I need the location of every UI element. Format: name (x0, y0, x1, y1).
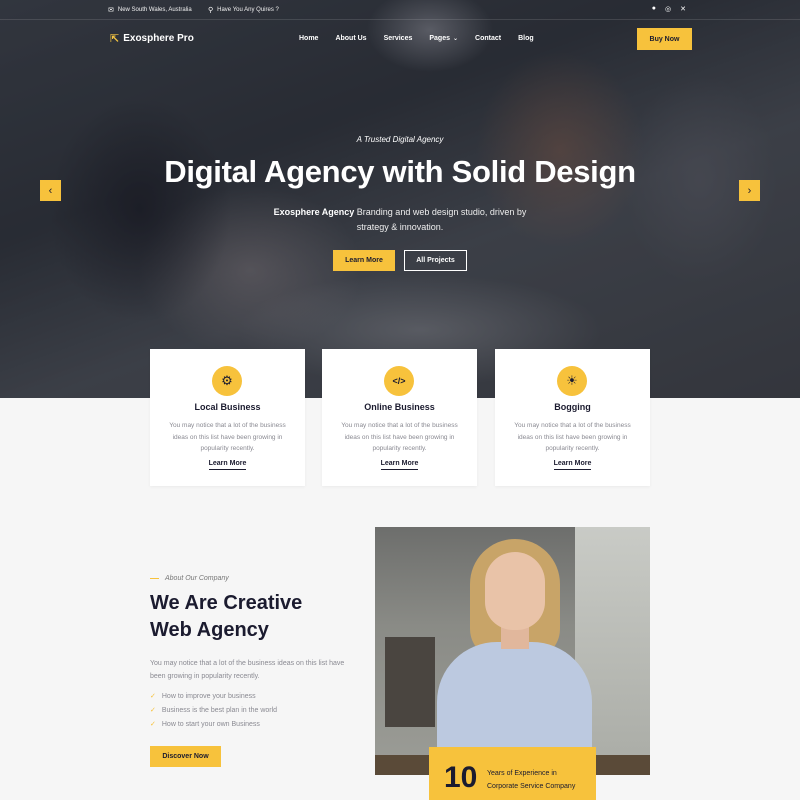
hero-sub-rest: Branding and web design studio, driven b… (354, 207, 527, 217)
gear-icon: ⚙ (212, 366, 242, 396)
hero-subtext: Exosphere Agency Branding and web design… (0, 205, 800, 235)
card-title: Bogging (554, 402, 591, 412)
location-text: New South Wales, Australia (117, 7, 192, 13)
card-description: You may notice that a lot of the busines… (169, 422, 286, 452)
card-learn-more-link[interactable]: Learn More (150, 460, 305, 470)
nav-item-contact[interactable]: Contact (475, 35, 501, 42)
instagram-icon[interactable]: ◎ (665, 5, 671, 13)
chevron-right-icon: › (747, 184, 752, 197)
x-icon[interactable]: ✕ (680, 5, 686, 13)
about-label: About Our Company (150, 575, 229, 582)
nav-menu: Home About Us Services Pages ⌄ Contact Bl… (299, 35, 534, 42)
about-title-line1: We Are Creative (150, 592, 303, 614)
service-card-bogging: ☀ Bogging You may notice that a lot of t… (495, 349, 650, 486)
card-learn-more-label: Learn More (208, 460, 247, 470)
check-text: How to start your own Business (161, 720, 260, 728)
card-learn-more-label: Learn More (553, 460, 592, 470)
card-title: Online Business (364, 402, 435, 412)
experience-number: 10 (444, 761, 478, 794)
card-description: You may notice that a lot of the busines… (514, 422, 631, 452)
service-card-online-business: </> Online Business You may notice that … (322, 349, 477, 486)
query-info: ⚲ Have You Any Quires ? (208, 6, 279, 14)
hero-banner (0, 0, 800, 398)
logo[interactable]: ⇱ Exosphere Pro (110, 32, 194, 45)
team-member-photo (375, 527, 650, 775)
label-divider (150, 578, 159, 579)
card-learn-more-link[interactable]: Learn More (495, 460, 650, 470)
map-pin-icon: ⚲ (208, 7, 214, 14)
card-title: Local Business (194, 402, 261, 412)
about-checklist: ✓ How to improve your business ✓ Business … (150, 689, 277, 731)
check-icon: ✓ (150, 693, 156, 700)
experience-line2: Corporate Service Company (487, 782, 576, 790)
slider-next-button[interactable]: › (739, 180, 760, 201)
main-navbar: ⇱ Exosphere Pro Home About Us Services P… (0, 22, 800, 58)
nav-item-blog[interactable]: Blog (518, 35, 534, 42)
chevron-down-icon: ⌄ (453, 36, 459, 42)
card-learn-more-link[interactable]: Learn More (322, 460, 477, 470)
experience-badge: 10 Years of Experience in Corporate Serv… (429, 747, 596, 800)
chevron-left-icon: ‹ (48, 184, 53, 197)
experience-label: Years of Experience in Corporate Service… (487, 768, 587, 793)
all-projects-button[interactable]: All Projects (404, 250, 467, 271)
check-icon: ✓ (150, 721, 156, 728)
check-text: How to improve your business (161, 692, 256, 700)
social-links: ● ◎ ✕ (652, 5, 686, 13)
about-label-text: About Our Company (165, 575, 229, 582)
lightbulb-icon: ☀ (557, 366, 587, 396)
check-icon: ✓ (150, 707, 156, 714)
experience-line1: Years of Experience in (487, 770, 557, 777)
code-icon: </> (384, 366, 414, 396)
list-item: ✓ How to start your own Business (150, 717, 277, 731)
discover-now-button[interactable]: Discover Now (150, 746, 221, 767)
top-info-bar: ✉ New South Wales, Australia ⚲ Have You … (0, 0, 800, 20)
list-item: ✓ How to improve your business (150, 689, 277, 703)
about-title-line2: Web Agency (150, 619, 269, 641)
hero-sub-strong: Exosphere Agency (273, 207, 355, 217)
nav-item-services[interactable]: Services (384, 35, 413, 42)
buy-now-button[interactable]: Buy Now (637, 28, 692, 50)
photo-shelf (385, 637, 435, 727)
hero-headline: Digital Agency with Solid Design (164, 154, 636, 189)
nav-item-about[interactable]: About Us (335, 35, 366, 42)
external-link-icon: ⇱ (110, 33, 120, 45)
learn-more-button[interactable]: Learn More (333, 250, 395, 271)
about-description: You may notice that a lot of the busines… (150, 660, 345, 680)
card-description: You may notice that a lot of the busines… (341, 422, 458, 452)
location-info: ✉ New South Wales, Australia (108, 6, 192, 14)
hero-sub-line2: strategy & innovation. (356, 222, 444, 232)
brand-name: Exosphere Pro (123, 33, 194, 44)
nav-item-pages-label: Pages (429, 35, 450, 42)
facebook-icon[interactable]: ● (652, 5, 656, 13)
query-text: Have You Any Quires ? (217, 7, 279, 13)
slider-prev-button[interactable]: ‹ (40, 180, 61, 201)
card-learn-more-label: Learn More (380, 460, 419, 470)
list-item: ✓ Business is the best plan in the world (150, 703, 277, 717)
hero-tagline: A Trusted Digital Agency (356, 135, 444, 144)
nav-item-home[interactable]: Home (299, 35, 318, 42)
nav-item-pages[interactable]: Pages ⌄ (429, 35, 458, 42)
check-text: Business is the best plan in the world (161, 706, 278, 714)
photo-face (485, 552, 545, 630)
service-card-local-business: ⚙ Local Business You may notice that a l… (150, 349, 305, 486)
envelope-icon: ✉ (108, 7, 114, 14)
about-title: We Are Creative Web Agency (150, 590, 350, 644)
